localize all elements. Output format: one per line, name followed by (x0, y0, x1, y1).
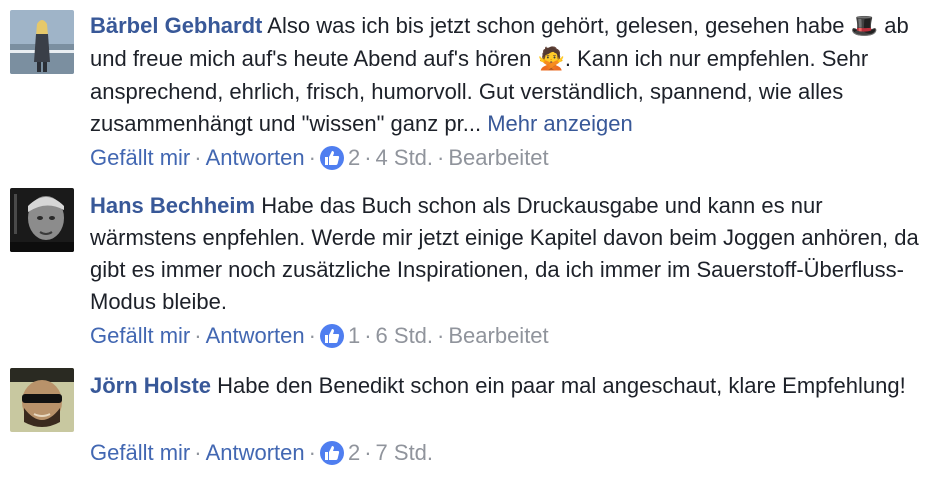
comment-text: Habe den Benedikt schon ein paar mal ang… (217, 373, 906, 398)
comment-author[interactable]: Jörn Holste (90, 373, 211, 398)
comment-body: Bärbel Gebhardt Also was ich bis jetzt s… (90, 10, 928, 140)
like-count[interactable]: 2 (348, 145, 360, 170)
comment-body: Jörn Holste Habe den Benedikt schon ein … (90, 370, 928, 402)
comment-text: Also was ich bis jetzt schon gehört, gel… (267, 13, 845, 38)
comment-body: Hans Bechheim Habe das Buch schon als Dr… (90, 190, 928, 318)
comment: Jörn Holste Habe den Benedikt schon ein … (0, 358, 938, 477)
like-button[interactable]: Gefällt mir (90, 145, 190, 170)
separator: · (194, 145, 202, 170)
like-count[interactable]: 2 (348, 440, 360, 465)
reply-button[interactable]: Antworten (206, 323, 305, 348)
comment-timestamp[interactable]: 6 Std. (376, 323, 433, 348)
gesturing-no-emoji-icon: 🙅 (537, 47, 565, 72)
comment: Bärbel Gebhardt Also was ich bis jetzt s… (0, 0, 938, 178)
comment-author[interactable]: Hans Bechheim (90, 193, 255, 218)
like-button[interactable]: Gefällt mir (90, 440, 190, 465)
separator: · (364, 323, 372, 348)
separator: · (308, 145, 316, 170)
separator: · (364, 440, 372, 465)
reply-button[interactable]: Antworten (206, 145, 305, 170)
avatar-photo (10, 188, 74, 252)
like-count[interactable]: 1 (348, 323, 360, 348)
avatar[interactable] (10, 188, 74, 252)
show-more-link[interactable]: Mehr anzeigen (487, 111, 633, 136)
separator: · (194, 440, 202, 465)
thumbs-up-icon[interactable] (319, 441, 344, 465)
avatar[interactable] (10, 10, 74, 74)
separator: · (308, 323, 316, 348)
reply-button[interactable]: Antworten (206, 440, 305, 465)
avatar[interactable] (10, 368, 74, 432)
edited-label[interactable]: Bearbeitet (448, 323, 548, 348)
separator: · (437, 145, 445, 170)
thumbs-up-icon[interactable] (319, 324, 344, 348)
comment-actions: Gefällt mir · Antworten · 2 · 7 Std. (90, 437, 928, 469)
separator: · (308, 440, 316, 465)
edited-label[interactable]: Bearbeitet (448, 145, 548, 170)
thumbs-up-icon[interactable] (319, 146, 344, 170)
comment-timestamp[interactable]: 4 Std. (376, 145, 433, 170)
like-button[interactable]: Gefällt mir (90, 323, 190, 348)
comment: Hans Bechheim Habe das Buch schon als Dr… (0, 178, 938, 358)
comment-actions: Gefällt mir · Antworten · 1 · 6 Std. · Bearbeite… (90, 320, 928, 352)
comment-actions: Gefällt mir · Antworten · 2 · 4 Std. · Bearbeite… (90, 142, 928, 174)
top-hat-emoji-icon: 🎩 (850, 14, 879, 39)
avatar-photo (10, 10, 74, 74)
separator: · (194, 323, 202, 348)
separator: · (437, 323, 445, 348)
comment-timestamp[interactable]: 7 Std. (376, 440, 433, 465)
comment-author[interactable]: Bärbel Gebhardt (90, 13, 262, 38)
separator: · (364, 145, 372, 170)
comment-list: Bärbel Gebhardt Also was ich bis jetzt s… (0, 0, 938, 477)
avatar-photo (10, 368, 74, 432)
